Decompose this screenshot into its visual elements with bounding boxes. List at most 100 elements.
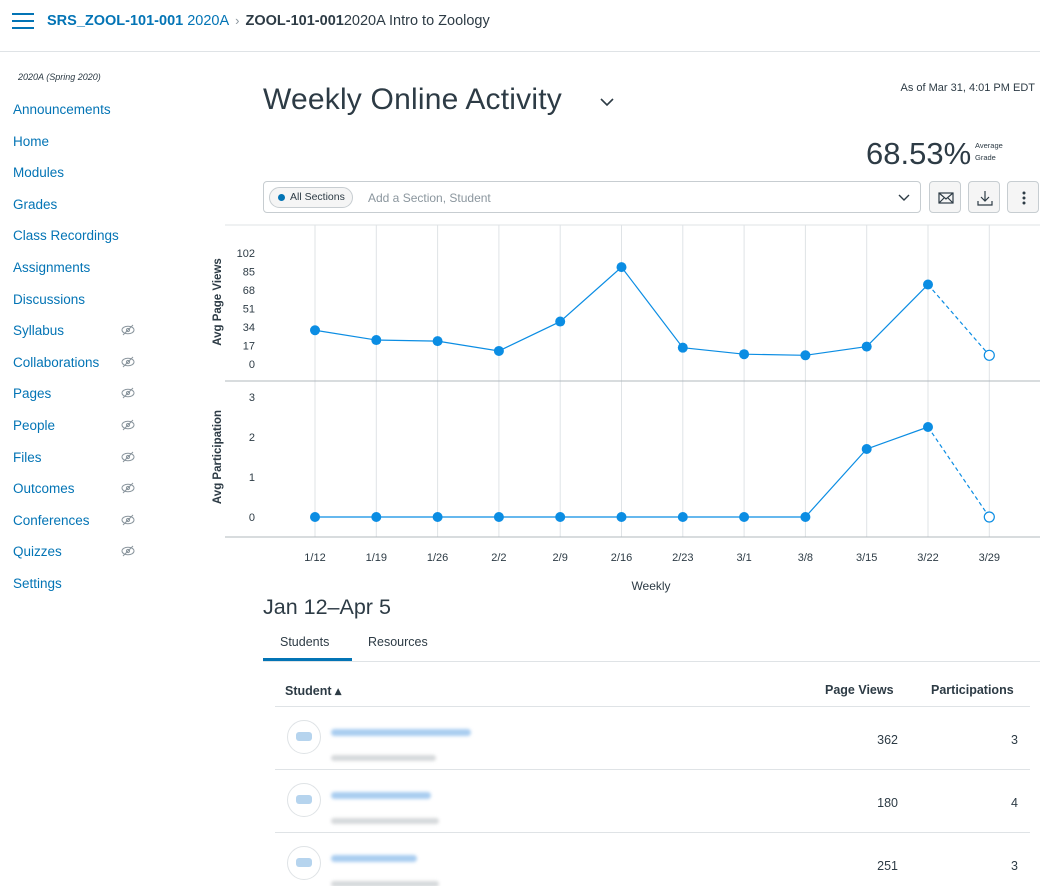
chevron-down-icon[interactable] — [898, 192, 910, 202]
sidebar-item-label: Files — [13, 449, 42, 465]
average-grade-value: 68.53% — [866, 136, 972, 171]
redacted-student-email — [331, 881, 439, 886]
data-point — [861, 341, 872, 352]
participations-cell: 3 — [1011, 733, 1018, 747]
y-tick-label: 0 — [249, 359, 255, 371]
redacted-student-name[interactable] — [331, 855, 417, 862]
data-point — [923, 279, 933, 290]
sidebar-item-label: People — [13, 417, 56, 433]
sidebar-item-quizzes[interactable]: Quizzes — [13, 544, 153, 576]
hidden-eye-slash-icon — [121, 387, 135, 399]
hidden-eye-slash-icon — [121, 545, 135, 557]
data-point — [432, 512, 443, 522]
title-dropdown-chevron-icon[interactable] — [599, 96, 615, 108]
sidebar-item-label: Announcements — [13, 102, 111, 117]
sidebar-item-label: Assignments — [13, 259, 91, 275]
sidebar-item-announcements[interactable]: Announcements — [13, 102, 153, 134]
table-row[interactable]: 180 4 — [275, 770, 1030, 833]
y-tick-label: 0 — [249, 512, 255, 524]
sidebar-item-home[interactable]: Home — [13, 134, 153, 166]
weekly-activity-chart: 0 17 34 51 68 85 102 Avg Page Views 0 1 2 3 Avg Part… — [212, 224, 1040, 593]
data-point — [555, 512, 566, 522]
x-tick-label: 2/9 — [553, 552, 568, 564]
sidebar-item-modules[interactable]: Modules — [13, 165, 153, 197]
data-point — [310, 512, 320, 522]
x-tick-label: 1/12 — [304, 552, 325, 564]
sidebar-item-settings[interactable]: Settings — [13, 576, 153, 608]
as-of-timestamp: As of Mar 31, 4:01 PM EDT — [900, 82, 1036, 94]
sidebar-item-conferences[interactable]: Conferences — [13, 513, 153, 545]
y-tick-label: 102 — [237, 248, 255, 260]
hidden-eye-slash-icon — [121, 419, 135, 431]
date-range-heading: Jan 12–Apr 5 — [263, 595, 391, 619]
y-tick-label: 85 — [243, 267, 255, 279]
sidebar-item-people[interactable]: People — [13, 418, 153, 450]
data-point — [371, 335, 382, 346]
avatar[interactable] — [287, 720, 321, 754]
sidebar-item-label: Grades — [13, 196, 58, 212]
more-options-button[interactable] — [1007, 181, 1039, 213]
breadcrumb-course-link[interactable]: SRS_ZOOL-101-001 2020A — [47, 13, 229, 29]
sidebar-item-discussions[interactable]: Discussions — [13, 292, 153, 324]
sidebar-item-label: Collaborations — [13, 354, 100, 370]
x-tick-label: 2/23 — [672, 552, 693, 564]
y-tick-label: 3 — [249, 392, 255, 404]
x-tick-label: 2/16 — [611, 552, 632, 564]
all-sections-pill[interactable]: All Sections — [269, 187, 353, 208]
x-tick-label: 2/2 — [491, 552, 506, 564]
table-header: Student ▴ Page Views Participations — [275, 676, 1030, 707]
breadcrumb-current: ZOOL-101-0012020A Intro to Zoology — [245, 13, 490, 29]
y-axis-label: Avg Page Views — [212, 258, 224, 346]
sidebar-item-label: Outcomes — [13, 481, 75, 497]
x-tick-label: 3/29 — [979, 552, 1000, 564]
sidebar-item-collaborations[interactable]: Collaborations — [13, 355, 153, 387]
data-point — [923, 422, 933, 432]
y-tick-label: 34 — [243, 322, 255, 334]
y-tick-label: 68 — [243, 285, 255, 297]
sidebar-item-outcomes[interactable]: Outcomes — [13, 481, 153, 513]
data-point — [493, 345, 504, 356]
data-point — [800, 350, 811, 361]
avatar[interactable] — [287, 783, 321, 817]
top-bar: SRS_ZOOL-101-001 2020A › ZOOL-101-0012020A… — [0, 0, 1040, 52]
sidebar-item-label: Syllabus — [13, 323, 65, 339]
page-views-cell: 180 — [877, 796, 898, 810]
section-student-filter[interactable]: All Sections — [263, 181, 921, 213]
table-row[interactable]: 362 3 — [275, 707, 1030, 770]
sidebar-item-label: Quizzes — [13, 544, 62, 560]
download-button[interactable] — [968, 181, 1000, 213]
avatar[interactable] — [287, 846, 321, 880]
y-axis-label: Avg Participation — [212, 410, 224, 504]
message-students-button[interactable] — [929, 181, 961, 213]
hamburger-menu-icon[interactable] — [12, 13, 34, 31]
sidebar-item-label: Discussions — [13, 291, 86, 307]
partial-week-dashed-line — [927, 284, 990, 356]
filter-search-input[interactable] — [368, 187, 868, 208]
kebab-icon — [1022, 191, 1026, 205]
y-tick-label: 17 — [243, 341, 255, 353]
redacted-student-name[interactable] — [331, 729, 471, 736]
participations-cell: 3 — [1011, 859, 1018, 873]
sidebar-item-syllabus[interactable]: Syllabus — [13, 323, 153, 355]
participations-cell: 4 — [1011, 796, 1018, 810]
hidden-eye-slash-icon — [121, 514, 135, 526]
student-column-header[interactable]: Student ▴ — [285, 683, 341, 698]
average-grade-label: Average Grade — [975, 141, 1003, 162]
hidden-eye-slash-icon — [121, 482, 135, 494]
tab-resources[interactable]: Resources — [368, 635, 428, 649]
tab-students[interactable]: Students — [263, 635, 352, 661]
data-point — [310, 325, 320, 336]
sidebar-item-grades[interactable]: Grades — [13, 197, 153, 229]
sidebar-item-label: Pages — [13, 386, 52, 402]
table-row[interactable]: 251 3 — [275, 833, 1030, 886]
sidebar-item-pages[interactable]: Pages — [13, 386, 153, 418]
sidebar-item-assignments[interactable]: Assignments — [13, 260, 153, 292]
sidebar-item-files[interactable]: Files — [13, 450, 153, 482]
x-tick-label: 3/1 — [736, 552, 751, 564]
breadcrumb: SRS_ZOOL-101-001 2020A › ZOOL-101-0012020A… — [47, 13, 490, 29]
redacted-student-name[interactable] — [331, 792, 431, 799]
sidebar-item-label: Settings — [13, 575, 62, 591]
y-tick-label: 51 — [243, 304, 255, 316]
partial-week-dashed-line — [927, 426, 990, 518]
sidebar-item-class-recordings[interactable]: Class Recordings — [13, 228, 153, 260]
